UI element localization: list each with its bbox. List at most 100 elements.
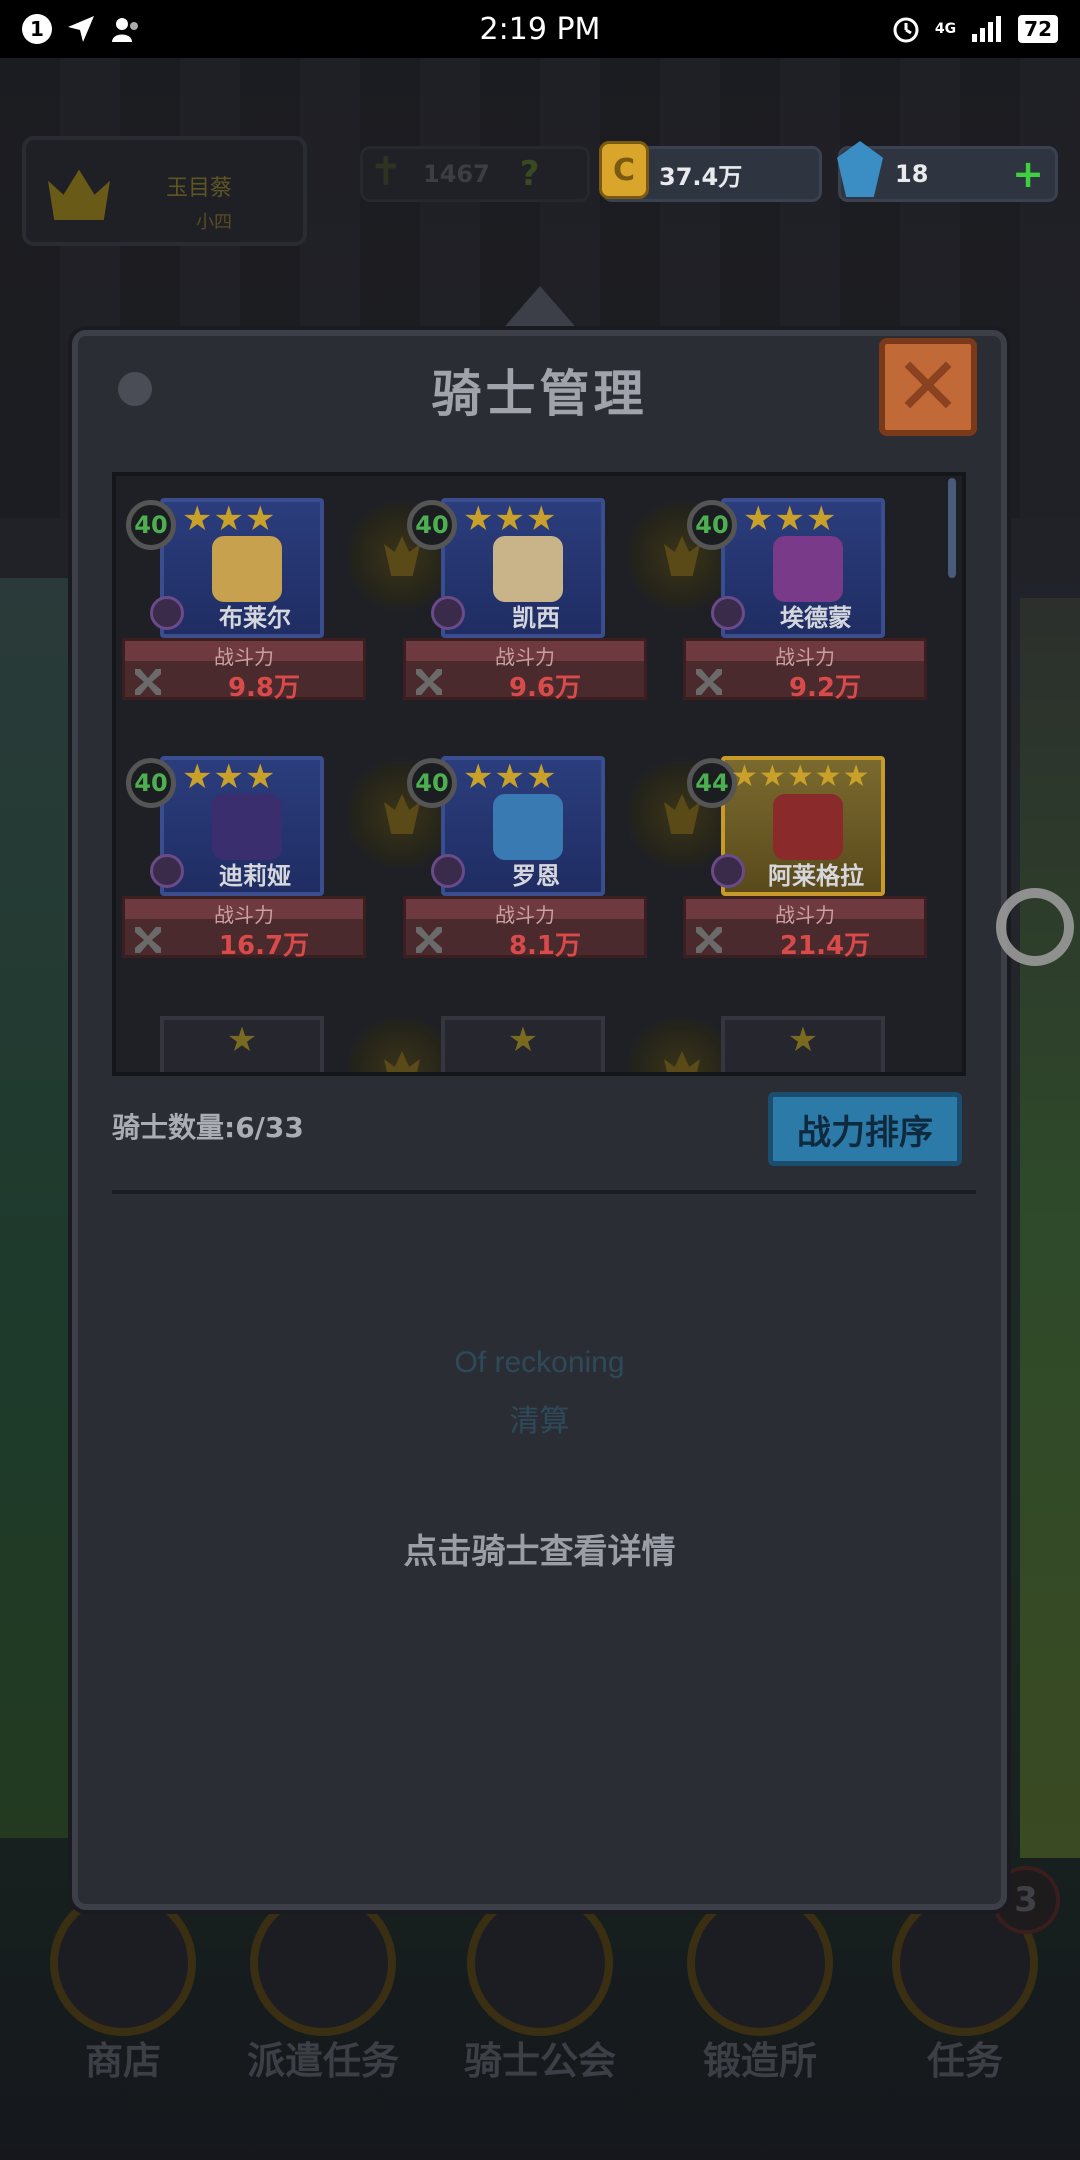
nav-shop[interactable]: 商店 [28,1880,218,2100]
divider [112,1190,976,1194]
modal-title: 骑士管理 [431,365,648,423]
knight-management-modal: 骑士管理 ✕ 40 ★★★ 布莱尔 战斗力 9.8万 40 ★★★ 凯西 战斗力… [72,330,1007,1910]
nav-label: 任务 [926,2039,1003,2083]
player-title: 小四 [196,212,232,233]
crown-icon [48,169,110,220]
nav-label: 派遣任务 [246,2039,399,2083]
empty-slot-glow [346,1011,456,1072]
dispatch-icon [250,1890,396,2036]
power-bar: 战斗力 8.1万 [403,896,647,961]
knight-list[interactable]: 40 ★★★ 布莱尔 战斗力 9.8万 40 ★★★ 凯西 战斗力 9.6万 4… [112,472,966,1076]
knight-card[interactable]: 40 ★★★ 凯西 战斗力 9.6万 [401,496,661,706]
player-name: 玉目蔡 [166,176,233,201]
knight-stars: ★★★ [182,757,277,797]
knight-name: 凯西 [512,604,560,632]
gem-icon [837,141,883,197]
knight-level: 44 [687,758,737,808]
knight-name: 埃德蒙 [780,604,852,632]
sword-icon: ✝ [369,149,403,195]
close-icon: ✕ [894,340,962,433]
class-icon [711,596,745,630]
knight-level: 40 [126,500,176,550]
reference-text-cn: 清算 [509,1404,570,1439]
crossed-swords-icon [135,927,161,953]
class-icon [431,854,465,888]
class-icon [150,596,184,630]
nav-label: 骑士公会 [463,2039,616,2083]
status-right: 4G 72 [891,14,1058,44]
knight-stars: ★★★ [463,757,558,797]
empty-knight-card[interactable]: ★ [160,1016,324,1072]
nav-forge[interactable]: 锻造所 [665,1880,855,2100]
nav-tasks[interactable]: 任务 3 [870,1866,1060,2100]
crossed-swords-icon [135,669,161,695]
assistive-touch-button[interactable] [996,888,1074,966]
close-button[interactable]: ✕ [879,338,977,436]
knight-card[interactable]: 40 ★★★ 罗恩 战斗力 8.1万 [401,754,661,964]
reference-text-en: Of reckoning [454,1346,625,1379]
knight-stars: ★★★ [182,499,277,539]
knight-level: 40 [407,758,457,808]
power-bar: 战斗力 9.2万 [683,638,927,703]
empty-slot-glow [626,1011,736,1072]
knight-name: 布莱尔 [219,604,291,632]
knight-name: 罗恩 [512,862,560,890]
class-icon [431,596,465,630]
list-scrollbar[interactable] [948,478,956,578]
empty-knight-card[interactable]: ★ [441,1016,605,1072]
power-bar: 战斗力 21.4万 [683,896,927,961]
power-bar: 战斗力 16.7万 [122,896,366,961]
knight-level: 40 [407,500,457,550]
add-gems-button[interactable]: + [1009,155,1047,193]
notification-badge: 1 [22,14,52,44]
crossed-swords-icon [416,927,442,953]
anvil-icon [687,1890,833,2036]
power-value: 9.2万 [788,673,862,703]
knight-avatar [773,536,843,602]
coin-icon: C [599,141,649,199]
knight-card[interactable]: 40 ★★★ 布莱尔 战斗力 9.8万 [120,496,380,706]
star-icon: ★ [507,1020,539,1060]
network-type: 4G [934,21,957,37]
knight-stars: ★★★ [743,499,838,539]
power-bar: 战斗力 9.8万 [122,638,366,703]
battery-level: 72 [1018,15,1058,43]
resource-bar: 玉目蔡 小四 ✝ 1467 ? C 37.4万 18 + [0,132,1080,246]
power-value: 9.8万 [227,673,301,703]
knight-card[interactable]: 44 ★★★★★ 阿莱格拉 战斗力 21.4万 [681,754,941,964]
crossed-swords-icon [696,927,722,953]
knight-avatar [493,536,563,602]
shop-icon [50,1890,196,2036]
knight-card[interactable]: 40 ★★★ 埃德蒙 战斗力 9.2万 [681,496,941,706]
knight-card[interactable]: 40 ★★★ 迪莉娅 战斗力 16.7万 [120,754,380,964]
nav-dispatch[interactable]: 派遣任务 [228,1880,418,2100]
empty-knight-card[interactable]: ★ [721,1016,885,1072]
crossed-swords-icon [696,669,722,695]
power-value: 21.4万 [779,931,871,961]
knight-avatar [773,794,843,860]
knight-count: 骑士数量:6/33 [112,1111,304,1144]
bottom-navigation: 商店 派遣任务 骑士公会 锻造所 任务 3 [0,1866,1080,2100]
power-bar: 战斗力 9.6万 [403,638,647,703]
knight-level: 40 [126,758,176,808]
power-help-button[interactable]: ? [520,154,540,194]
power-label: 战斗力 [214,903,274,927]
power-value: 8.1万 [508,931,582,961]
signal-icon [972,16,1002,42]
sort-by-power-button[interactable]: 战力排序 [768,1092,962,1166]
tap-knight-hint: 点击骑士查看详情 [403,1532,676,1572]
status-bar: 1 2:19 PM 4G 72 [0,0,1080,58]
nav-guild[interactable]: 骑士公会 [445,1880,635,2100]
power-value: 9.6万 [508,673,582,703]
guild-icon [467,1890,613,2036]
power-value: 16.7万 [218,931,310,961]
class-icon [711,854,745,888]
knight-level: 40 [687,500,737,550]
gold-amount: 37.4万 [659,162,743,191]
power-label: 战斗力 [495,903,555,927]
power-label: 战斗力 [775,645,835,669]
status-left: 1 [22,14,144,44]
alarm-icon [893,17,919,43]
gold-resource: C 37.4万 [599,141,822,202]
player-profile[interactable]: 玉目蔡 小四 [22,136,307,246]
